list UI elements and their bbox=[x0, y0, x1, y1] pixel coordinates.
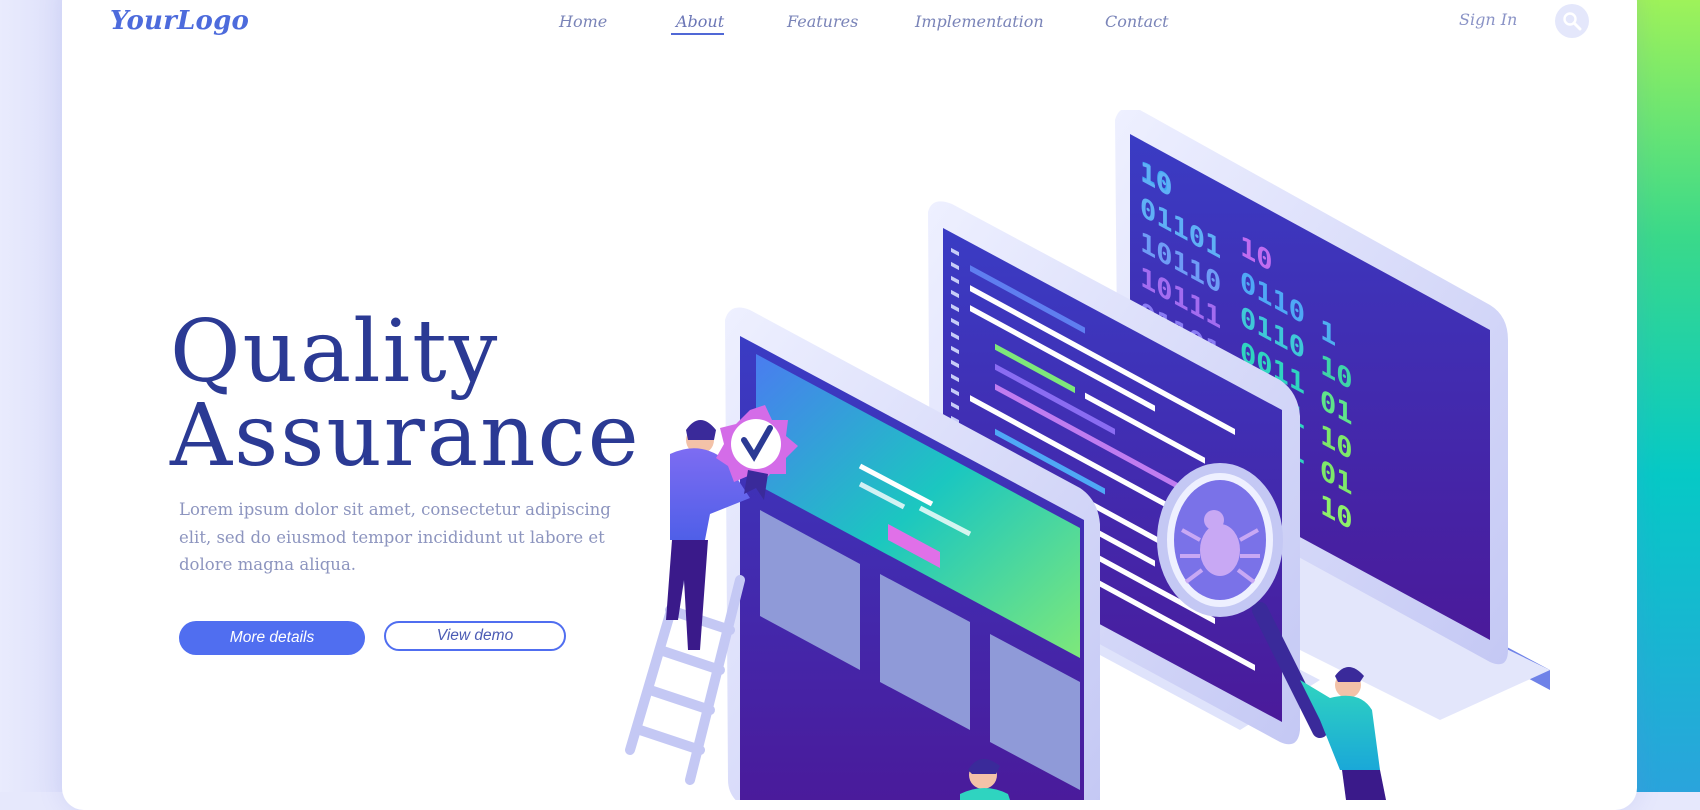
nav-active-underline bbox=[671, 33, 724, 35]
search-icon bbox=[1563, 12, 1582, 31]
nav-implementation[interactable]: Implementation bbox=[915, 12, 1044, 31]
nav-features[interactable]: Features bbox=[787, 12, 858, 31]
qa-isometric-illustration: 10 10 01101 10110 10111 01101 10110 10 0… bbox=[625, 110, 1550, 800]
nav-about[interactable]: About bbox=[676, 12, 724, 31]
nav-home[interactable]: Home bbox=[559, 12, 607, 31]
hero-description: Lorem ipsum dolor sit amet, consectetur … bbox=[179, 500, 611, 574]
sign-in-link[interactable]: Sign In bbox=[1459, 10, 1517, 29]
background-left bbox=[0, 0, 70, 792]
search-button[interactable] bbox=[1555, 4, 1589, 38]
ladder-icon bbox=[625, 575, 745, 785]
view-demo-button[interactable]: View demo bbox=[384, 621, 566, 651]
background-right-gradient bbox=[1630, 0, 1700, 792]
logo[interactable]: YourLogo bbox=[110, 6, 249, 36]
more-details-button[interactable]: More details bbox=[179, 621, 365, 655]
nav-contact[interactable]: Contact bbox=[1105, 12, 1169, 31]
